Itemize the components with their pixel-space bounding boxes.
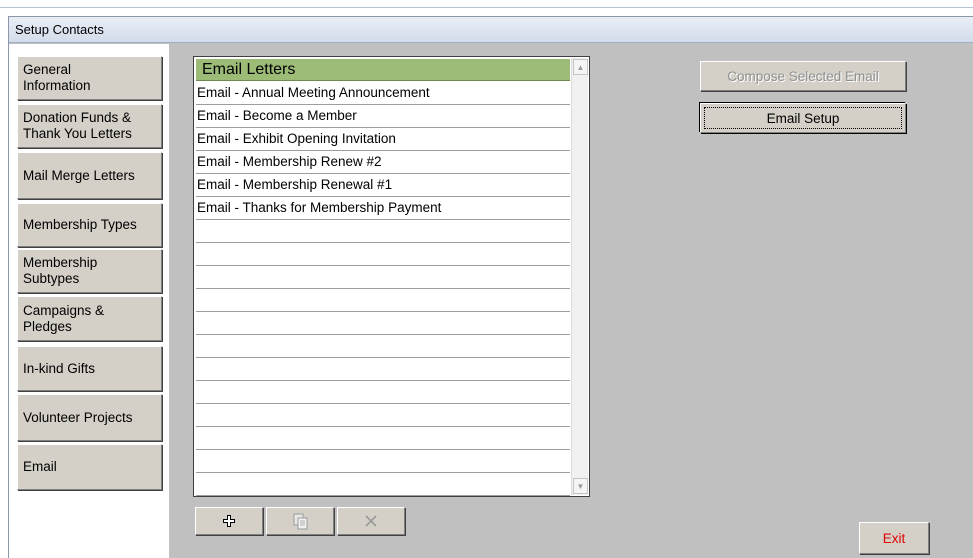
email-setup-button[interactable]: Email Setup [700, 103, 906, 133]
list-item[interactable] [196, 312, 570, 335]
top-strip [0, 0, 973, 8]
sidebar: General Information Donation Funds & Tha… [9, 44, 169, 558]
list-item[interactable] [196, 220, 570, 243]
list-item[interactable] [196, 427, 570, 450]
exit-label: Exit [882, 530, 906, 546]
sidebar-item-in-kind-gifts[interactable]: In-kind Gifts [17, 346, 162, 391]
list-item[interactable]: Email - Become a Member [196, 105, 570, 128]
compose-selected-email-label: Compose Selected Email [727, 68, 879, 84]
setup-contacts-window: Setup Contacts General Information Donat… [8, 16, 973, 558]
compose-selected-email-button[interactable]: Compose Selected Email [700, 61, 906, 91]
list-item[interactable] [196, 243, 570, 266]
list-item[interactable] [196, 289, 570, 312]
list-item[interactable] [196, 358, 570, 381]
email-letters-list[interactable]: Email Letters Email - Annual Meeting Ann… [193, 56, 590, 497]
sidebar-item-membership-types[interactable]: Membership Types [17, 203, 162, 247]
sidebar-item-volunteer-projects[interactable]: Volunteer Projects [17, 394, 162, 441]
list-rows: Email - Annual Meeting Announcement Email… [196, 82, 570, 496]
list-item[interactable]: Email - Exhibit Opening Invitation [196, 128, 570, 151]
list-item[interactable]: Email - Membership Renew #2 [196, 151, 570, 174]
plus-icon [223, 515, 235, 527]
list-item[interactable] [196, 473, 570, 496]
delete-button[interactable] [337, 507, 405, 535]
list-header: Email Letters [196, 59, 570, 81]
copy-button[interactable] [266, 507, 334, 535]
window-title: Setup Contacts [9, 17, 973, 43]
sidebar-item-mail-merge-letters[interactable]: Mail Merge Letters [17, 152, 162, 199]
scroll-down-arrow-icon[interactable]: ▼ [573, 478, 588, 494]
list-item[interactable] [196, 404, 570, 427]
app-root: Setup Contacts General Information Donat… [0, 0, 973, 558]
exit-button[interactable]: Exit [859, 522, 929, 554]
vertical-scrollbar[interactable]: ▲ ▼ [571, 58, 588, 495]
list-item[interactable] [196, 381, 570, 404]
sidebar-item-membership-subtypes[interactable]: Membership Subtypes [17, 249, 162, 293]
sidebar-item-email[interactable]: Email [17, 444, 162, 490]
delete-x-icon [365, 515, 377, 527]
list-item[interactable]: Email - Thanks for Membership Payment [196, 197, 570, 220]
list-item[interactable] [196, 335, 570, 358]
list-item[interactable] [196, 266, 570, 289]
list-item[interactable] [196, 450, 570, 473]
list-item[interactable]: Email - Annual Meeting Announcement [196, 82, 570, 105]
list-item[interactable]: Email - Membership Renewal #1 [196, 174, 570, 197]
main-panel: Email Letters Email - Annual Meeting Ann… [169, 44, 973, 558]
scroll-up-arrow-icon[interactable]: ▲ [573, 59, 588, 75]
add-button[interactable] [195, 507, 263, 535]
sidebar-item-general-information[interactable]: General Information [17, 56, 162, 100]
sidebar-item-donation-funds[interactable]: Donation Funds & Thank You Letters [17, 104, 162, 148]
sidebar-item-campaigns-pledges[interactable]: Campaigns & Pledges [17, 296, 162, 341]
focus-ring [704, 107, 902, 129]
copy-document-icon [293, 513, 308, 530]
